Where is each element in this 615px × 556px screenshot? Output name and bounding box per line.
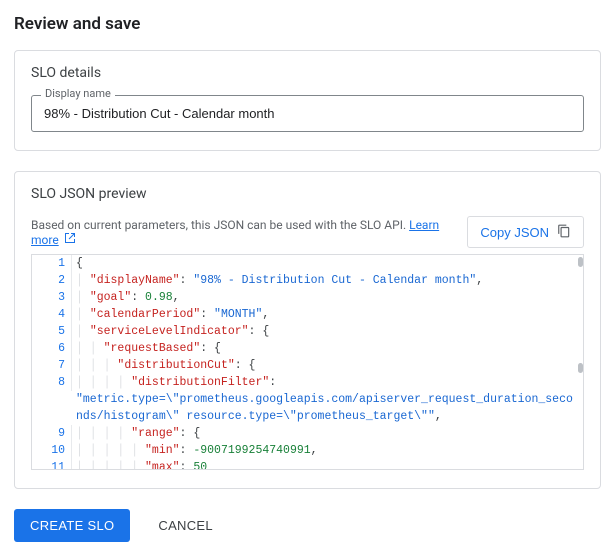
json-code-area[interactable]: 1{ 2│ "displayName": "98% - Distribution… (31, 254, 584, 470)
display-name-field: Display name (31, 95, 584, 132)
json-token: 0.98 (145, 291, 173, 304)
json-token: "min" (145, 444, 180, 457)
json-token: "MONTH" (214, 308, 262, 321)
json-preview-card: SLO JSON preview Based on current parame… (14, 171, 601, 489)
slo-details-card: SLO details Display name (14, 50, 601, 151)
footer-actions: CREATE SLO CANCEL (14, 509, 601, 542)
page-title: Review and save (14, 14, 601, 34)
json-token: "range" (131, 427, 179, 440)
copy-json-button[interactable]: Copy JSON (467, 216, 584, 248)
json-preview-title: SLO JSON preview (31, 186, 584, 202)
json-token: "distributionFilter" (131, 376, 269, 389)
json-token: "goal" (90, 291, 131, 304)
copy-json-label: Copy JSON (480, 225, 549, 240)
json-token: "distributionCut" (117, 359, 234, 372)
json-token: "requestBased" (104, 342, 201, 355)
display-name-label: Display name (41, 87, 115, 100)
json-token: "98% - Distribution Cut - Calendar month… (193, 274, 476, 287)
cancel-button[interactable]: CANCEL (152, 517, 219, 534)
json-token: "calendarPeriod" (90, 308, 200, 321)
external-link-icon (64, 233, 76, 247)
json-helper-text: Based on current parameters, this JSON c… (31, 218, 455, 247)
json-token: "serviceLevelIndicator" (90, 325, 249, 338)
slo-details-title: SLO details (31, 65, 584, 81)
json-token: 50 (193, 461, 207, 470)
copy-icon (557, 224, 571, 240)
json-token: -9007199254740991 (193, 444, 310, 457)
json-token: "metric.type=\"prometheus.googleapis.com… (76, 393, 573, 423)
create-slo-button[interactable]: CREATE SLO (14, 509, 130, 542)
json-token: "max" (145, 461, 180, 470)
json-token: { (76, 257, 83, 270)
json-token: "displayName" (90, 274, 180, 287)
display-name-input[interactable] (31, 95, 584, 132)
